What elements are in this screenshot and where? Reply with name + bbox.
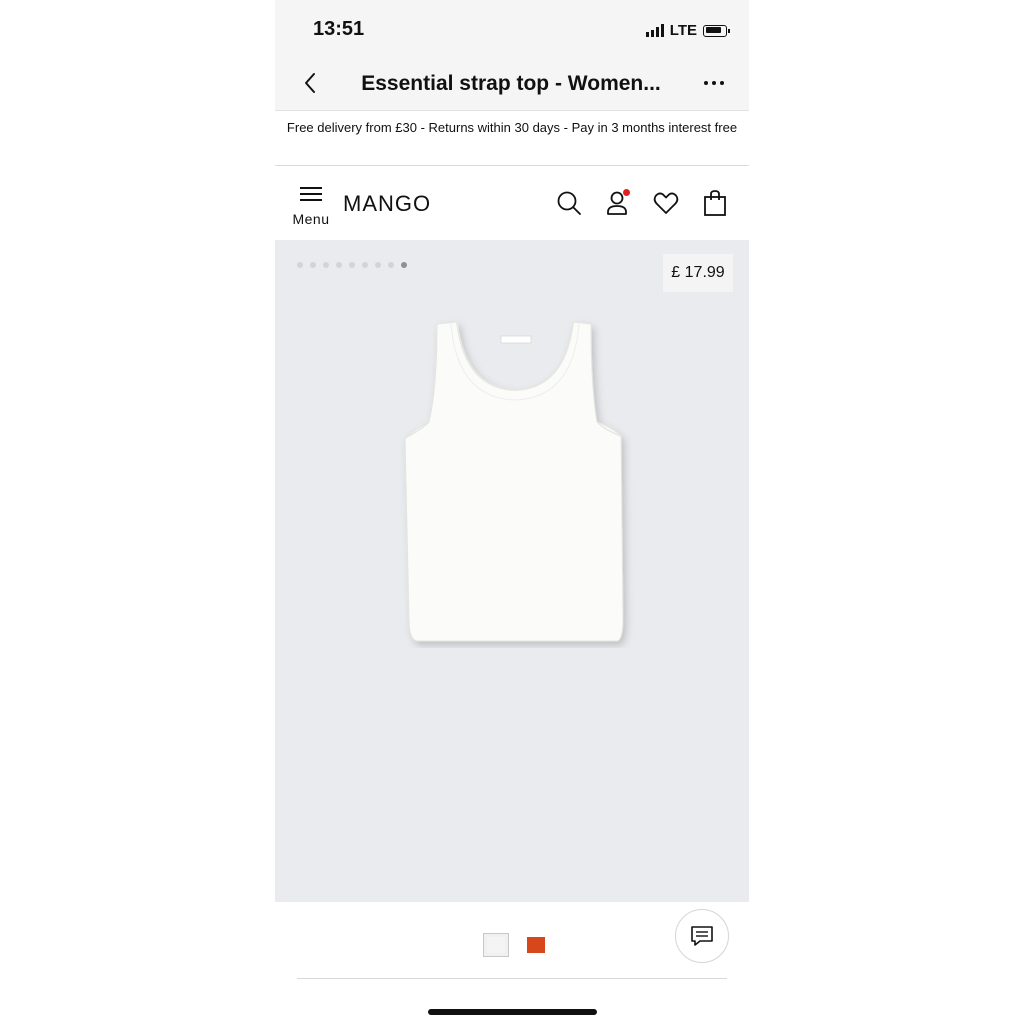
gallery-pager	[297, 262, 407, 268]
menu-label: Menu	[292, 211, 330, 227]
wishlist-button[interactable]	[652, 189, 680, 217]
browser-nav-bar: Essential strap top - Women...	[275, 56, 749, 111]
bag-button[interactable]	[701, 189, 729, 217]
account-button[interactable]	[604, 189, 632, 217]
color-swatch-orange[interactable]	[523, 933, 549, 957]
home-indicator[interactable]	[428, 1009, 597, 1015]
more-button[interactable]	[701, 70, 727, 96]
price-tag: £ 17.99	[663, 254, 733, 292]
status-indicators: LTE	[645, 22, 730, 39]
back-button[interactable]	[297, 70, 323, 96]
notification-dot	[623, 189, 630, 196]
battery-icon	[703, 24, 730, 37]
swatch-fill	[487, 937, 505, 953]
search-button[interactable]	[555, 189, 583, 217]
color-swatches	[483, 933, 549, 957]
pager-dot	[336, 262, 342, 268]
pager-dot	[388, 262, 394, 268]
pager-dot-active	[401, 262, 407, 268]
promo-banner[interactable]: Free delivery from £30 - Returns within …	[275, 111, 749, 166]
pager-dot	[375, 262, 381, 268]
swatch-fill	[527, 937, 545, 953]
search-icon	[557, 191, 581, 215]
product-image[interactable]	[395, 318, 635, 648]
status-bar: 13:51 LTE	[275, 0, 749, 56]
network-label: LTE	[669, 22, 697, 39]
menu-button[interactable]: Menu	[291, 187, 331, 227]
chat-icon	[691, 926, 713, 946]
pager-dot	[349, 262, 355, 268]
cellular-signal-icon	[645, 24, 664, 37]
more-dot	[712, 81, 716, 85]
hamburger-icon	[300, 187, 322, 201]
more-dot	[720, 81, 724, 85]
product-gallery[interactable]: £ 17.99	[275, 240, 749, 902]
product-options	[275, 902, 749, 1024]
brand-logo[interactable]: MANGO	[343, 191, 431, 217]
shopping-bag-icon	[704, 190, 726, 216]
pager-dot	[297, 262, 303, 268]
site-header: Menu MANGO	[275, 167, 749, 240]
status-time: 13:51	[313, 18, 365, 40]
heart-icon	[653, 192, 679, 214]
more-dots-icon	[704, 81, 708, 85]
chevron-left-icon	[305, 73, 315, 93]
phone-screen: 13:51 LTE Essential strap top - Women...…	[275, 0, 749, 1024]
chat-button[interactable]	[675, 909, 729, 963]
pager-dot	[362, 262, 368, 268]
page-title: Essential strap top - Women...	[361, 72, 661, 95]
pager-dot	[323, 262, 329, 268]
pager-dot	[310, 262, 316, 268]
divider	[297, 978, 727, 979]
color-swatch-white[interactable]	[483, 933, 509, 957]
